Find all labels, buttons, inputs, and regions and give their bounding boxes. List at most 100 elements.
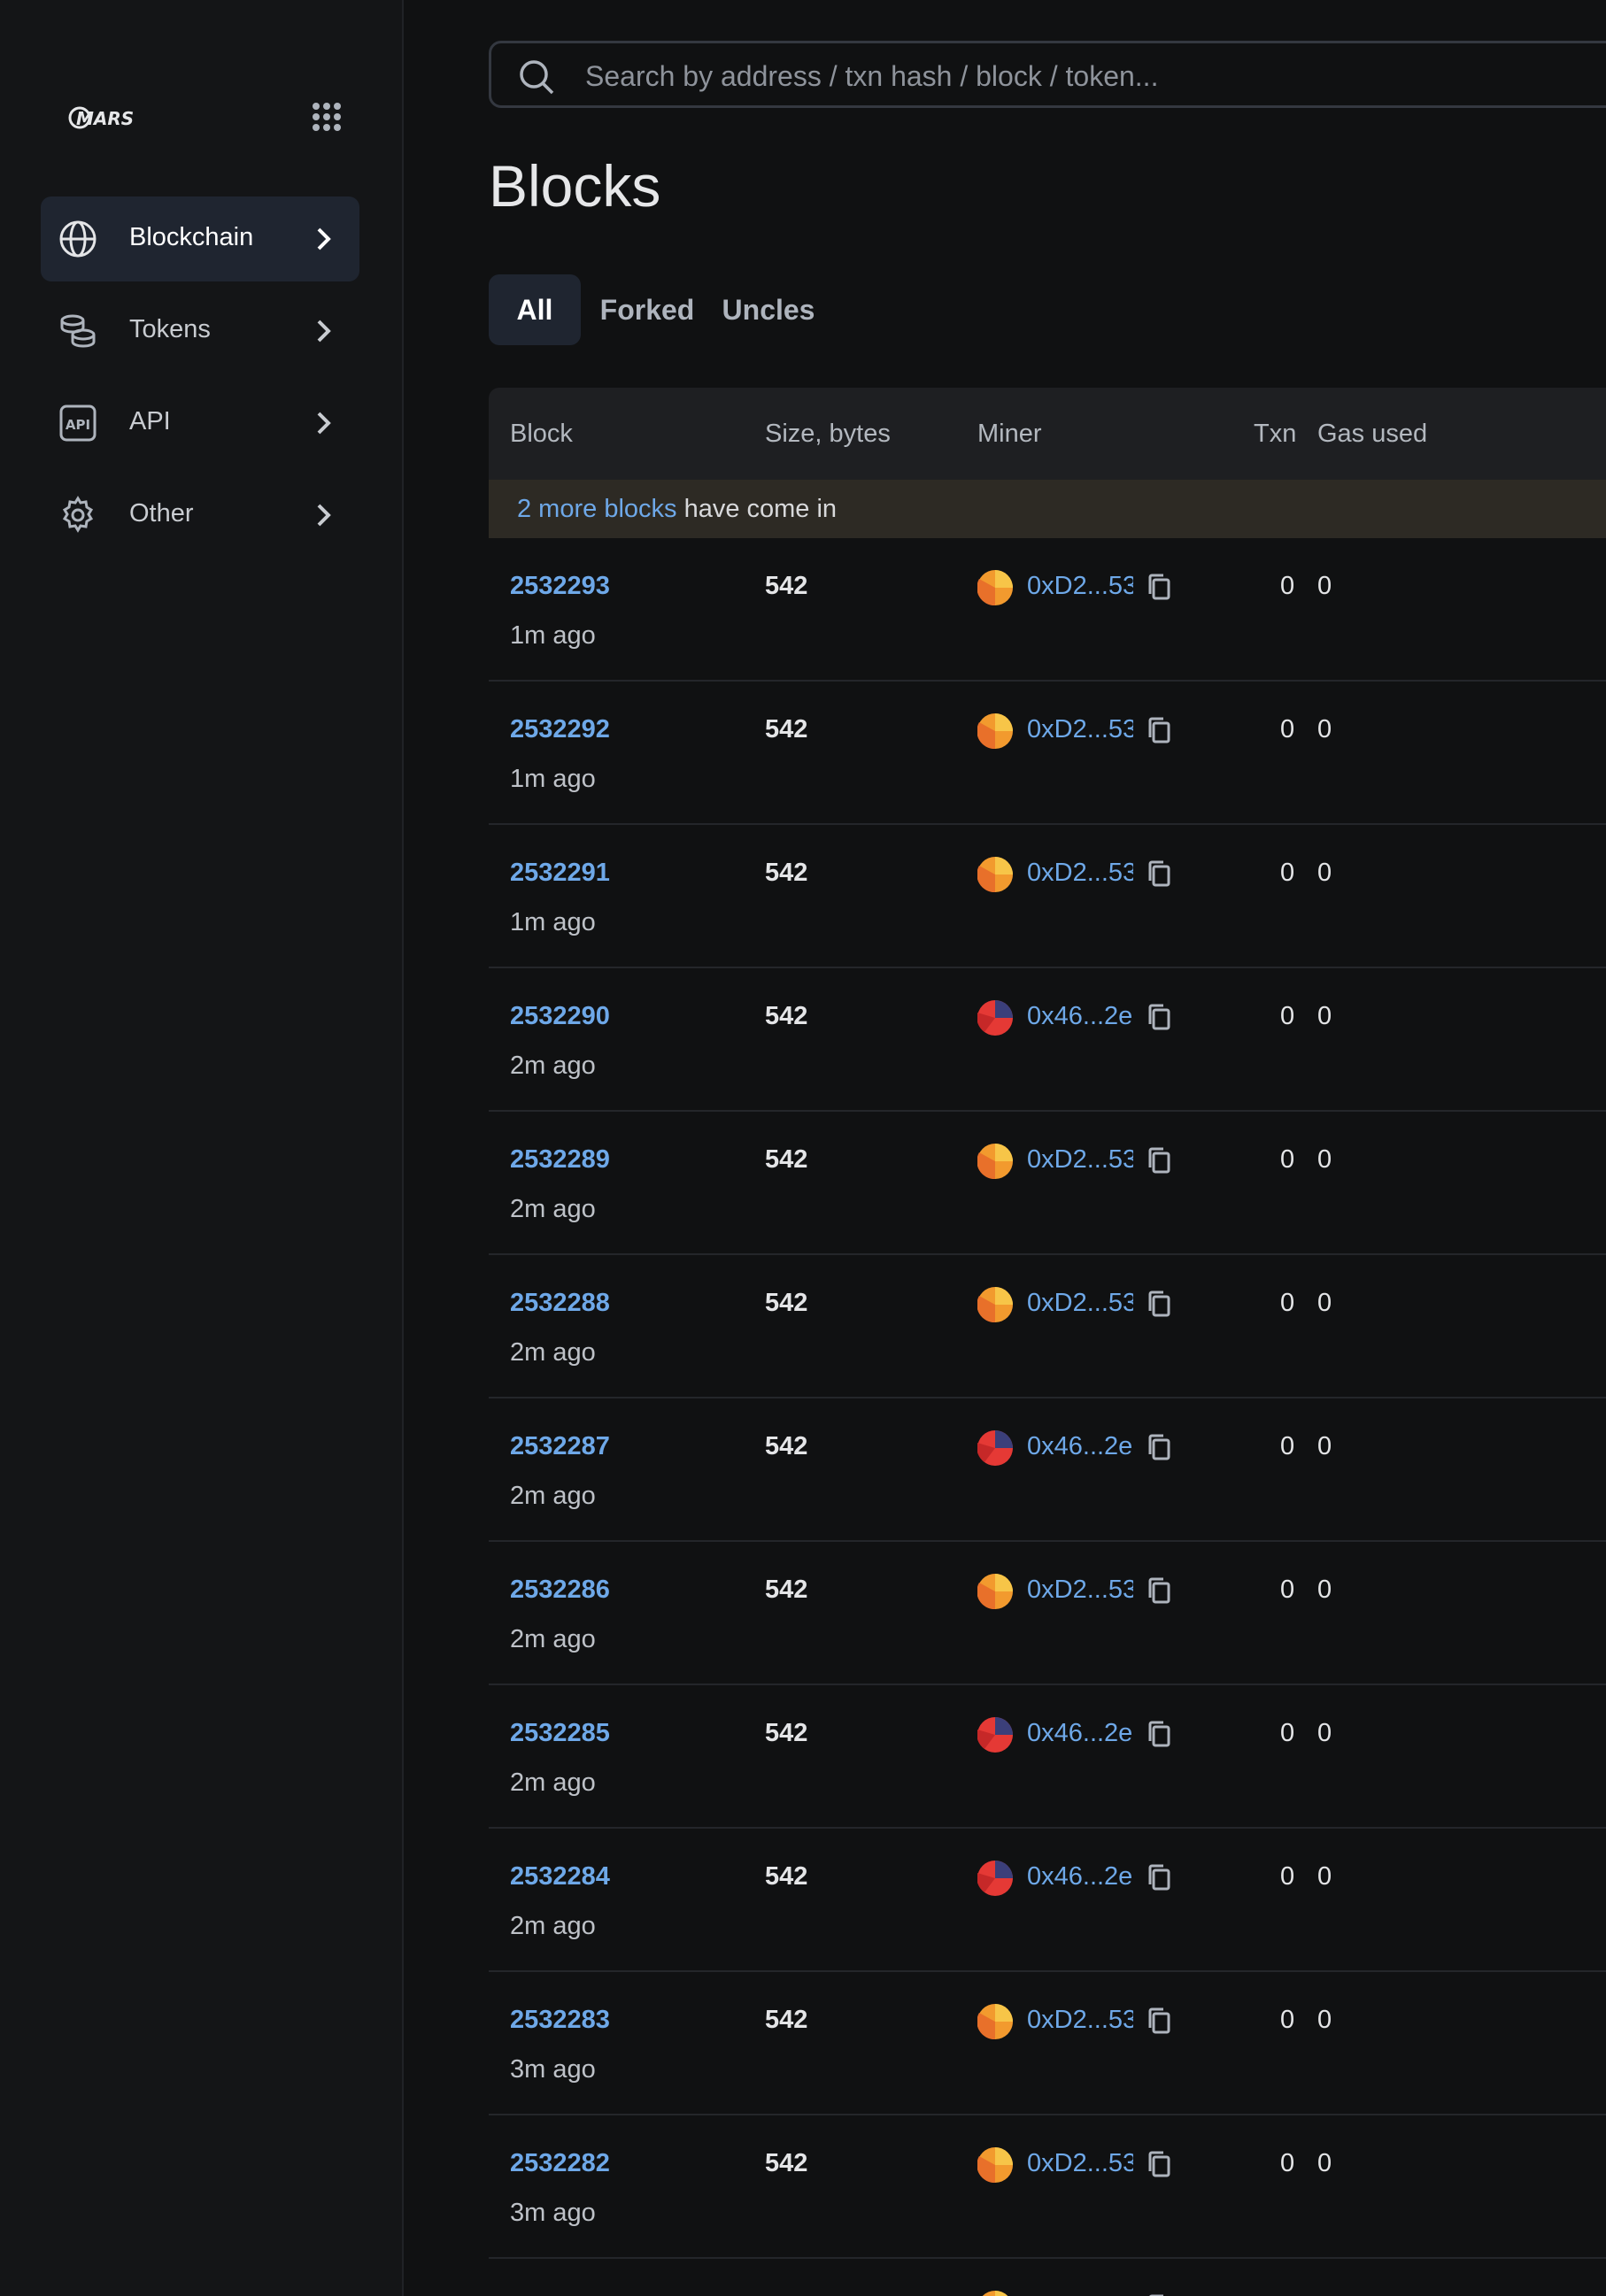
block-number-link[interactable]: 2532283 [510,2006,610,2035]
table-row: 2532287 2m ago 542 0x46...2e 0 0 [489,1398,1606,1542]
block-size: 542 [765,2292,807,2296]
copy-icon[interactable] [1146,1145,1172,1175]
miner-avatar [977,1287,1013,1323]
chevron-right-icon [310,224,336,254]
sidebar-item-other[interactable]: Other [41,473,359,558]
block-size: 542 [765,1576,808,1604]
txn-count: 0 [1280,572,1295,600]
miner-address-link[interactable]: 0x46...2e [1027,1002,1133,1031]
sidebar-item-label: Tokens [129,315,211,343]
gear-icon [58,496,97,535]
txn-count: 0 [1280,1145,1295,1174]
miner-address-link[interactable]: 0xD2...53 [1027,572,1133,601]
miner-avatar [977,1430,1013,1466]
copy-icon[interactable] [1146,1432,1172,1462]
tab-uncles[interactable]: Uncles [714,274,823,345]
block-age: 1m ago [510,908,596,936]
block-number-link[interactable]: 2532292 [510,715,610,744]
search-bar[interactable] [489,41,1606,108]
txn-count: 0 [1280,1719,1295,1747]
copy-icon[interactable] [1146,2006,1172,2036]
miner-address-link[interactable]: 0xD2...53 [1027,2292,1133,2296]
chevron-right-icon [310,316,336,346]
block-size: 542 [765,1145,808,1174]
block-age: 2m ago [510,1482,596,1510]
miner-avatar [977,1144,1013,1180]
txn-count: 0 [1280,859,1295,887]
copy-icon[interactable] [1146,1862,1172,1892]
svg-text:API: API [66,417,90,433]
mars-logo[interactable]: MARS [67,99,156,136]
txn-count: 0 [1280,2149,1295,2177]
txn-count: 0 [1280,2006,1295,2034]
miner-address-link[interactable]: 0x46...2e [1027,1719,1133,1748]
block-age: 1m ago [510,621,596,650]
miner-avatar [977,2004,1013,2040]
gas-used: 0 [1317,715,1332,744]
block-number-link[interactable]: 2532285 [510,1719,610,1748]
block-number-link[interactable]: 2532286 [510,1576,610,1605]
block-number-link[interactable]: 2532284 [510,1862,610,1892]
copy-icon[interactable] [1146,2292,1172,2296]
gas-used: 0 [1317,1862,1332,1891]
sidebar-item-tokens[interactable]: Tokens [41,289,359,374]
copy-icon[interactable] [1146,1002,1172,1032]
txn-count: 0 [1280,1289,1295,1317]
block-number-link[interactable]: 2532282 [510,2149,610,2178]
copy-icon[interactable] [1146,859,1172,889]
miner-address-link[interactable]: 0xD2...53 [1027,1145,1133,1175]
sidebar-item-label: API [129,407,171,435]
miner-avatar [977,1861,1013,1896]
new-blocks-link[interactable]: 2 more blocks [517,495,677,523]
block-number-link[interactable]: 2532290 [510,1002,610,1031]
gas-used: 0 [1317,1145,1332,1174]
miner-address-link[interactable]: 0xD2...53 [1027,859,1133,888]
block-age: 1m ago [510,765,596,793]
tab-forked[interactable]: Forked [595,274,699,345]
gas-used: 0 [1317,572,1332,600]
block-size: 542 [765,2149,808,2177]
txn-count: 0 [1280,2292,1294,2296]
copy-icon[interactable] [1146,715,1172,745]
search-input[interactable] [583,54,1561,98]
table-row: 2532292 1m ago 542 0xD2...53 0 0 [489,682,1606,825]
miner-address-link[interactable]: 0x46...2e [1027,1432,1133,1461]
table-row: 2532293 1m ago 542 0xD2...53 0 0 [489,538,1606,682]
apps-grid-icon[interactable] [312,102,342,132]
block-number-link[interactable]: 2532293 [510,572,610,601]
block-number-link[interactable]: 2532288 [510,1289,610,1318]
miner-address-link[interactable]: 0xD2...53 [1027,2006,1133,2035]
copy-icon[interactable] [1146,1289,1172,1319]
coins-icon [58,312,97,351]
block-number-link[interactable]: 2532287 [510,1432,610,1461]
block-number-link[interactable]: 2532289 [510,1145,610,1175]
table-row: 2532284 2m ago 542 0x46...2e 0 0 [489,1829,1606,1972]
miner-avatar [977,1574,1013,1610]
copy-icon[interactable] [1146,2149,1172,2179]
copy-icon[interactable] [1146,1719,1172,1749]
sidebar-item-api[interactable]: API API [41,381,359,466]
miner-address-link[interactable]: 0xD2...53 [1027,1576,1133,1605]
miner-avatar [977,1717,1013,1753]
miner-avatar [977,2291,1013,2296]
gas-used: 0 [1317,2292,1332,2296]
block-number-link[interactable]: 2532291 [510,859,610,888]
miner-address-link[interactable]: 0xD2...53 [1027,715,1133,744]
txn-count: 0 [1280,1576,1295,1604]
globe-icon [58,220,97,258]
txn-count: 0 [1280,1432,1295,1460]
gas-used: 0 [1317,2006,1332,2034]
miner-avatar [977,2147,1013,2184]
miner-address-link[interactable]: 0x46...2e [1027,1862,1133,1892]
copy-icon[interactable] [1146,572,1172,602]
tab-all[interactable]: All [489,274,581,345]
block-number-link[interactable]: 2532281 [510,2292,610,2296]
miner-address-link[interactable]: 0xD2...53 [1027,2149,1133,2178]
sidebar-item-blockchain[interactable]: Blockchain [41,196,359,281]
block-size: 542 [765,572,808,600]
gas-used: 0 [1317,1002,1332,1030]
miner-address-link[interactable]: 0xD2...53 [1027,1289,1133,1318]
copy-icon[interactable] [1146,1576,1172,1606]
txn-count: 0 [1280,1002,1295,1030]
table-row: 2532290 2m ago 542 0x46...2e 0 0 [489,968,1606,1112]
